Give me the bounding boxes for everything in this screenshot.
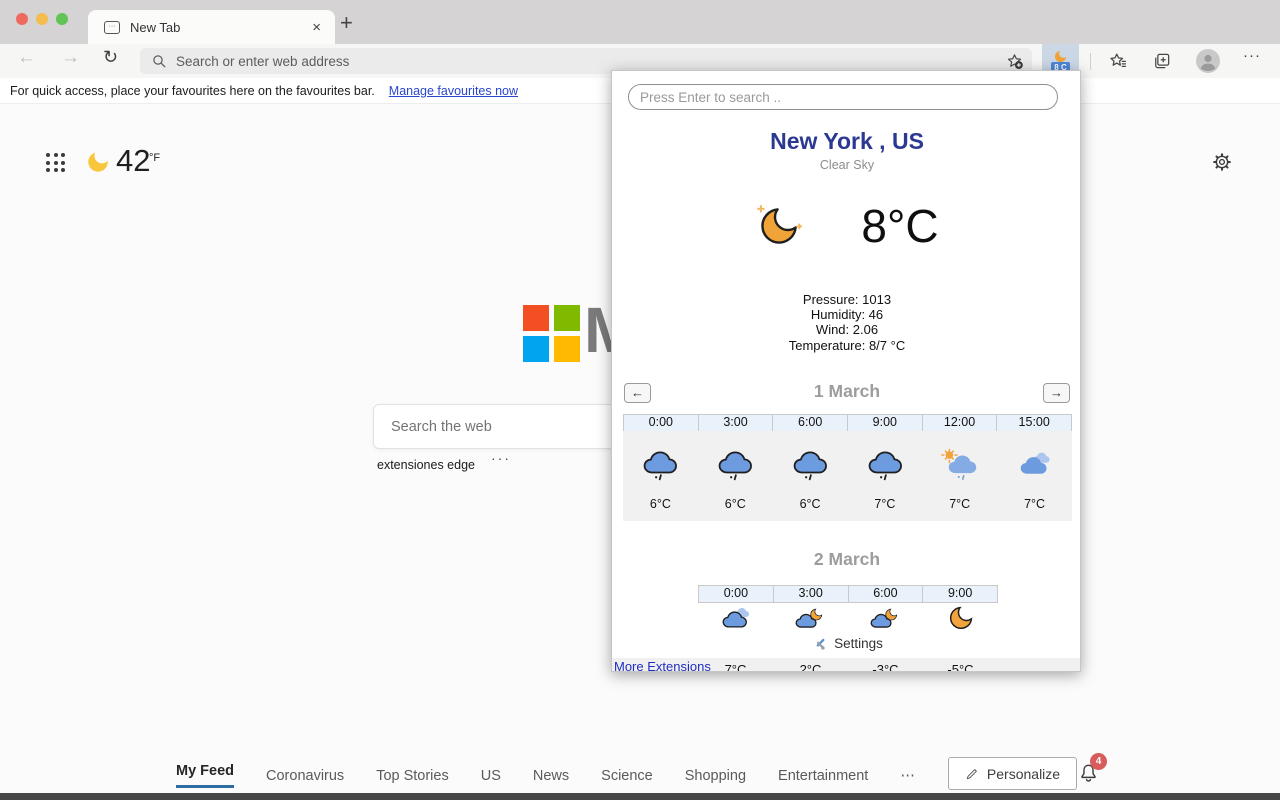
- sun-rain-cloud-icon: [940, 448, 976, 480]
- settings-menu-icon[interactable]: ···: [1243, 47, 1261, 64]
- popup-day-nav: ← 1 March →: [612, 381, 1080, 405]
- address-placeholder: Search or enter web address: [176, 53, 350, 69]
- tab-new-tab[interactable]: ··· New Tab ×: [88, 10, 335, 44]
- ntp-weather-unit: °F: [149, 152, 161, 164]
- forecast-temp: 6°C: [724, 497, 746, 511]
- personalize-button[interactable]: Personalize: [948, 757, 1077, 790]
- page-settings-gear-icon[interactable]: [1211, 151, 1233, 178]
- forecast-temp: 6°C: [649, 497, 671, 511]
- feed-more-icon[interactable]: ⋯: [900, 768, 915, 784]
- popup-condition: Clear Sky: [819, 158, 875, 172]
- forecast-cell: 6°C: [773, 431, 848, 521]
- feed-tab-science[interactable]: Science: [601, 768, 653, 784]
- favorites-bar-message: For quick access, place your favourites …: [10, 83, 375, 98]
- day2-title: 2 March: [813, 549, 881, 569]
- weather-extension-popup: New York , US Clear Sky 8°C Pressure: 10…: [611, 70, 1081, 672]
- day1-title: 1 March: [813, 381, 881, 401]
- rain-cloud-icon: [644, 451, 678, 481]
- forecast-cell: 7°C: [922, 431, 997, 521]
- rain-cloud-icon: [868, 451, 902, 481]
- apps-grid-icon[interactable]: [46, 153, 65, 172]
- time-cell: 3:00: [698, 415, 774, 431]
- feed-tab-entertainment[interactable]: Entertainment: [778, 768, 868, 784]
- popup-details: Pressure: 1013 Humidity: 46 Wind: 2.06 T…: [612, 292, 1080, 353]
- day1-forecast-row: 6°C 6°C 6°C 7°C 7°C 7°C: [623, 431, 1072, 521]
- feed-nav: My Feed Coronavirus Top Stories US News …: [176, 763, 915, 788]
- time-cell: 0:00: [624, 415, 699, 431]
- feed-tab-shopping[interactable]: Shopping: [685, 768, 746, 784]
- profile-avatar[interactable]: [1196, 49, 1220, 78]
- forecast-cell: 6°C: [623, 431, 698, 521]
- add-favorite-star-icon[interactable]: [1005, 52, 1024, 71]
- popup-current-temp: 8°C: [861, 200, 939, 252]
- pencil-icon: [966, 768, 977, 779]
- close-window-button[interactable]: [16, 13, 28, 25]
- feed-tab-news[interactable]: News: [533, 768, 569, 784]
- toolbar-divider: [1090, 53, 1091, 70]
- tab-page-icon: ···: [104, 20, 120, 34]
- popup-current-weather: 8°C: [612, 199, 1080, 253]
- tab-title: New Tab: [130, 19, 181, 35]
- window-bottom-edge: [0, 793, 1280, 800]
- back-icon[interactable]: ←: [17, 47, 36, 69]
- forecast-temp: -3°C: [872, 662, 899, 672]
- minimize-window-button[interactable]: [36, 13, 48, 25]
- tab-strip: ··· New Tab × +: [0, 0, 1280, 44]
- tab-close-icon[interactable]: ×: [308, 19, 325, 36]
- more-extensions-link[interactable]: More Extensions: [614, 659, 711, 671]
- forecast-cell: 6°C: [698, 431, 773, 521]
- day1-times-header: 0:00 3:00 6:00 9:00 12:00 15:00: [623, 414, 1072, 432]
- forward-icon[interactable]: →: [61, 47, 80, 69]
- next-day-button[interactable]: →: [1043, 383, 1070, 403]
- time-cell: 12:00: [922, 415, 998, 431]
- forecast-temp: 2°C: [799, 662, 822, 672]
- forecast-temp: 7°C: [874, 497, 896, 511]
- feed-tab-us[interactable]: US: [481, 768, 501, 784]
- clouds-icon: [1020, 452, 1050, 474]
- reload-icon[interactable]: ↻: [103, 47, 118, 68]
- detail-temperature: Temperature: 8/7 °C: [788, 337, 906, 353]
- detail-pressure: Pressure: 1013: [802, 292, 892, 307]
- popup-city-name: New York , US: [770, 128, 924, 154]
- microsoft-logo: [523, 305, 580, 362]
- notification-count-badge: 4: [1090, 753, 1107, 770]
- personalize-label: Personalize: [986, 765, 1061, 782]
- forecast-cell: 7°C: [997, 431, 1072, 521]
- new-tab-button[interactable]: +: [340, 10, 353, 36]
- rain-cloud-icon: [718, 451, 753, 481]
- extensions-more-icon[interactable]: ···: [491, 450, 511, 466]
- forecast-temp: 7°C: [1024, 497, 1046, 511]
- rain-cloud-icon: [793, 451, 827, 481]
- popup-city-search-input[interactable]: [628, 84, 1058, 110]
- detail-humidity: Humidity: 46: [810, 307, 884, 323]
- feed-tab-my-feed[interactable]: My Feed: [176, 763, 235, 788]
- browser-window: ··· New Tab × + ← → ↻ Search or enter we…: [0, 0, 1280, 800]
- forecast-temp: 7°C: [949, 497, 971, 511]
- time-cell: 15:00: [997, 415, 1072, 431]
- forecast-cell: 7°C: [847, 431, 922, 521]
- prev-day-button[interactable]: ←: [624, 383, 651, 403]
- ntp-weather-temp[interactable]: 42: [116, 143, 150, 179]
- search-icon: [153, 54, 166, 67]
- ntp-weather-moon-icon[interactable]: [85, 149, 111, 180]
- feed-tab-coronavirus[interactable]: Coronavirus: [266, 768, 344, 784]
- time-cell: 9:00: [848, 415, 923, 431]
- zoom-window-button[interactable]: [56, 13, 68, 25]
- collections-icon[interactable]: [1152, 51, 1172, 71]
- forecast-temp: -5°C: [947, 662, 974, 672]
- forecast-temp: 6°C: [799, 497, 821, 511]
- detail-wind: Wind: 2.06: [815, 322, 879, 338]
- time-cell: 6:00: [773, 415, 849, 431]
- extensions-edge-label: extensiones edge: [377, 458, 475, 472]
- popup-settings-bar[interactable]: Settings: [612, 629, 1080, 658]
- favorites-hub-icon[interactable]: [1108, 51, 1128, 71]
- crescent-moon-icon: [757, 205, 803, 244]
- forecast-temp: 7°C: [724, 662, 747, 672]
- popup-settings-label: Settings: [834, 636, 883, 651]
- manage-favourites-link[interactable]: Manage favourites now: [389, 84, 518, 98]
- tools-icon: [816, 638, 825, 650]
- feed-tab-top-stories[interactable]: Top Stories: [376, 768, 449, 784]
